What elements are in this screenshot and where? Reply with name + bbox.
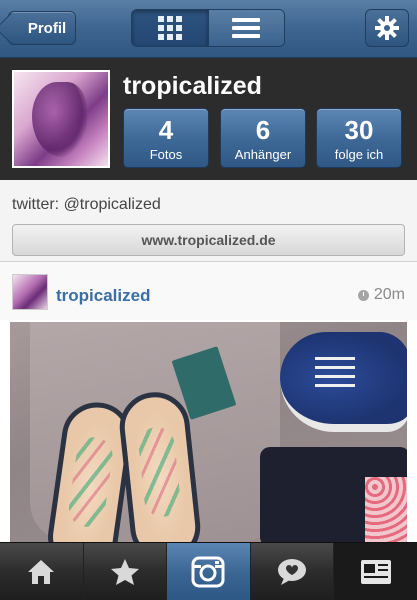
tab-profile[interactable]	[334, 543, 417, 600]
website-link-button[interactable]: www.tropicalized.de	[12, 224, 405, 256]
post-time-text: 20m	[373, 286, 405, 303]
bio-text: twitter: @tropicalized	[12, 196, 161, 213]
news-icon	[360, 559, 391, 584]
grid-icon	[157, 16, 182, 40]
top-navbar: Profil	[0, 0, 417, 58]
tab-news[interactable]	[251, 543, 335, 600]
list-view-button[interactable]	[208, 10, 284, 46]
profile-username: tropicalized	[123, 72, 262, 100]
stat-photos-label: Fotos	[149, 147, 183, 162]
star-icon	[110, 558, 139, 585]
clock-icon	[357, 289, 369, 301]
photo-sneaker	[280, 332, 407, 432]
post-photo[interactable]	[10, 322, 407, 542]
stat-following-label: folge ich	[334, 147, 384, 162]
profile-avatar[interactable]	[12, 70, 110, 168]
grid-view-button[interactable]	[132, 10, 209, 46]
feed-post: tropicalized 20m	[0, 262, 417, 542]
post-header: tropicalized 20m	[0, 262, 417, 320]
bottom-tab-bar	[0, 542, 417, 600]
settings-button[interactable]	[365, 9, 409, 47]
post-avatar[interactable]	[12, 274, 48, 310]
gear-icon	[375, 16, 399, 40]
stat-followers-count: 6	[255, 115, 271, 145]
tab-popular[interactable]	[84, 543, 168, 600]
tab-home[interactable]	[0, 543, 84, 600]
chat-icon	[278, 558, 307, 585]
stat-followers-label: Anhänger	[234, 147, 292, 162]
stat-following-count: 30	[344, 115, 374, 145]
profile-header: tropicalized 4 Fotos 6 Anhänger 30 folge…	[0, 58, 417, 180]
list-icon	[232, 18, 261, 38]
home-icon	[28, 559, 55, 584]
stat-followers-button[interactable]: 6 Anhänger	[220, 108, 306, 168]
profile-bio: twitter: @tropicalized www.tropicalized.…	[0, 180, 417, 262]
stat-photos-count: 4	[158, 115, 174, 145]
post-username-link[interactable]: tropicalized	[56, 286, 150, 306]
stat-photos-button[interactable]: 4 Fotos	[123, 108, 209, 168]
post-timestamp: 20m	[357, 286, 405, 304]
stat-following-button[interactable]: 30 folge ich	[316, 108, 402, 168]
view-mode-switch	[131, 9, 285, 47]
tab-camera[interactable]	[167, 543, 251, 600]
photo-pink-cloth	[365, 477, 407, 542]
camera-icon	[191, 556, 225, 587]
back-button-label: Profil	[27, 19, 67, 37]
back-button[interactable]: Profil	[8, 11, 76, 45]
